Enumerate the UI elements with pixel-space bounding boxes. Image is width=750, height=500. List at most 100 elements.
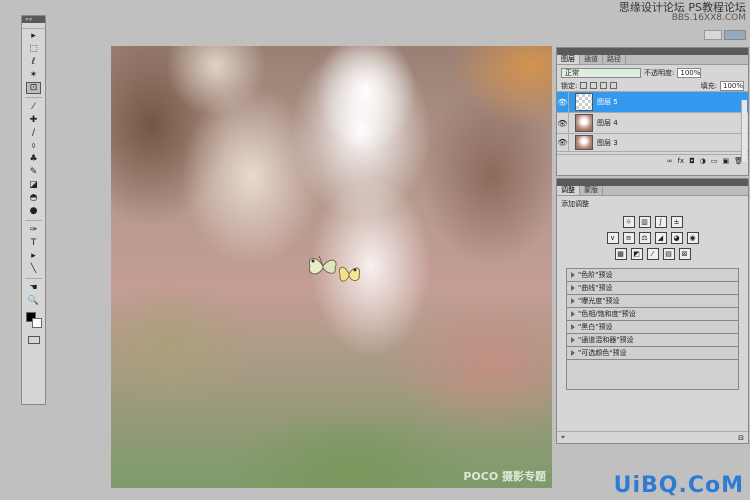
lock-transparent-icon[interactable]: [580, 82, 588, 89]
photo-filter-icon[interactable]: ◕: [670, 232, 683, 244]
fill-label: 填充:: [700, 81, 717, 90]
tab-paths[interactable]: 路径: [603, 55, 626, 64]
clip-icon[interactable]: ⌖: [561, 433, 565, 442]
expand-triangle-icon[interactable]: [571, 337, 575, 343]
type-tool-icon[interactable]: T: [26, 237, 41, 249]
tab-adjustments[interactable]: 调整: [557, 186, 580, 195]
threshold-icon[interactable]: ⁄: [646, 248, 659, 260]
channel-mixer-icon[interactable]: ◉: [686, 232, 699, 244]
black-white-icon[interactable]: ◢: [654, 232, 667, 244]
background-color[interactable]: [31, 318, 42, 328]
opacity-input[interactable]: 100%: [677, 67, 702, 78]
layer-thumbnail: [575, 135, 593, 150]
workspace-button[interactable]: [704, 30, 722, 40]
layer-style-icon[interactable]: fx: [678, 157, 685, 165]
visibility-eye-icon[interactable]: 👁: [557, 133, 569, 152]
preset-item[interactable]: "色相/饱和度"预设: [567, 308, 738, 321]
crop-tool-icon[interactable]: ⊡: [26, 82, 41, 94]
layers-panel: 图层 通道 路径 正常 不透明度: 100% 锁定: 填充: 100% 👁 图层…: [556, 47, 749, 176]
adjust-panel-header[interactable]: [557, 179, 748, 186]
brush-tool-icon[interactable]: ∕: [26, 127, 41, 139]
expand-triangle-icon[interactable]: [571, 298, 575, 304]
zoom-tool-icon[interactable]: 🔍: [26, 295, 41, 307]
curves-icon[interactable]: ∫: [654, 216, 667, 228]
layer-row[interactable]: 👁 图层 4: [557, 112, 748, 134]
new-group-icon[interactable]: ▭: [711, 157, 718, 165]
expand-triangle-icon[interactable]: [571, 272, 575, 278]
hue-saturation-icon[interactable]: ≡: [622, 232, 635, 244]
panel-menu-icon[interactable]: ⊟: [738, 434, 744, 442]
exposure-icon[interactable]: ±: [670, 216, 683, 228]
tab-masks[interactable]: 蒙版: [580, 186, 603, 195]
layers-scrollbar[interactable]: [741, 100, 747, 162]
preset-item[interactable]: "通道混和器"预设: [567, 334, 738, 347]
visibility-eye-icon[interactable]: 👁: [557, 112, 569, 134]
path-select-tool-icon[interactable]: ▸: [26, 250, 41, 262]
lasso-tool-icon[interactable]: ℓ: [26, 56, 41, 68]
add-mask-icon[interactable]: ◘: [689, 157, 695, 165]
tab-channels[interactable]: 通道: [580, 55, 603, 64]
color-swatches[interactable]: [24, 310, 44, 330]
preset-label: "曝光度"预设: [578, 297, 620, 305]
posterize-icon[interactable]: ◩: [630, 248, 643, 260]
butterfly-right-image: [338, 266, 361, 282]
document-canvas[interactable]: POCO 摄影专题: [111, 46, 552, 488]
layer-row[interactable]: 👁 图层 5: [557, 91, 748, 113]
stamp-tool-icon[interactable]: ⬨: [26, 140, 41, 152]
quick-mask-button[interactable]: [27, 336, 40, 344]
tools-grip[interactable]: [22, 23, 45, 29]
vibrance-icon[interactable]: ∨: [606, 232, 619, 244]
eyedropper-tool-icon[interactable]: ⁄: [26, 101, 41, 113]
hand-tool-icon[interactable]: ☚: [26, 282, 41, 294]
magic-wand-tool-icon[interactable]: ✶: [26, 69, 41, 81]
marquee-tool-icon[interactable]: ⬚: [26, 43, 41, 55]
invert-icon[interactable]: ▦: [614, 248, 627, 260]
brightness-icon[interactable]: ☼: [622, 216, 635, 228]
lock-all-icon[interactable]: [610, 82, 618, 89]
adjust-icons-row2: ∨ ≡ ⚖ ◢ ◕ ◉: [557, 232, 748, 244]
gradient-map-icon[interactable]: ▤: [662, 248, 675, 260]
layers-panel-header[interactable]: [557, 48, 748, 55]
preset-item[interactable]: "色阶"预设: [567, 269, 738, 282]
preset-item[interactable]: "曲线"预设: [567, 282, 738, 295]
screen-mode-button[interactable]: [724, 30, 746, 40]
new-layer-icon[interactable]: ▣: [722, 157, 729, 165]
link-layers-icon[interactable]: ∞: [667, 157, 673, 165]
layer-row[interactable]: 👁 图层 3: [557, 133, 748, 152]
adjust-icons-row1: ☼ ▥ ∫ ±: [557, 216, 748, 228]
pen-tool-icon[interactable]: ✑: [26, 224, 41, 236]
blend-mode-select[interactable]: 正常: [561, 67, 641, 78]
healing-tool-icon[interactable]: ✚: [26, 114, 41, 126]
move-tool-icon[interactable]: ▸: [26, 30, 41, 42]
lock-pixels-icon[interactable]: [590, 82, 598, 89]
site-watermark: UiBQ.CoM: [613, 473, 744, 498]
preset-item[interactable]: "可选颜色"预设: [567, 347, 738, 360]
color-balance-icon[interactable]: ⚖: [638, 232, 651, 244]
selective-color-icon[interactable]: ⊠: [678, 248, 691, 260]
levels-icon[interactable]: ▥: [638, 216, 651, 228]
preset-item[interactable]: "黑白"预设: [567, 321, 738, 334]
watermark-top: 思缘设计论坛 PS教程论坛 BBS.16XX8.COM: [619, 2, 746, 24]
adjustment-layer-icon[interactable]: ◑: [700, 157, 706, 165]
fill-input[interactable]: 100%: [720, 80, 744, 91]
layer-name: 图层 5: [597, 98, 618, 106]
expand-triangle-icon[interactable]: [571, 350, 575, 356]
gradient-tool-icon[interactable]: ◪: [26, 179, 41, 191]
expand-triangle-icon[interactable]: [571, 324, 575, 330]
adjust-footer: ⌖ ⊟: [557, 431, 748, 443]
tools-palette: «« ▸ ⬚ ℓ ✶ ⊡ ⁄ ✚ ∕ ⬨ ♣ ✎ ◪ ◓ ● ✑ T ▸ ╲ ☚ 🔍: [21, 15, 46, 405]
dodge-tool-icon[interactable]: ●: [26, 205, 41, 217]
preset-label: "色相/饱和度"预设: [578, 310, 636, 318]
preset-item[interactable]: "曝光度"预设: [567, 295, 738, 308]
blur-tool-icon[interactable]: ◓: [26, 192, 41, 204]
expand-triangle-icon[interactable]: [571, 311, 575, 317]
expand-triangle-icon[interactable]: [571, 285, 575, 291]
shape-tool-icon[interactable]: ╲: [26, 263, 41, 275]
preset-label: "通道混和器"预设: [578, 336, 634, 344]
visibility-eye-icon[interactable]: 👁: [557, 91, 569, 113]
lock-position-icon[interactable]: [600, 82, 608, 89]
eraser-tool-icon[interactable]: ✎: [26, 166, 41, 178]
history-brush-tool-icon[interactable]: ♣: [26, 153, 41, 165]
tools-collapse-bar[interactable]: ««: [22, 16, 45, 23]
tab-layers[interactable]: 图层: [557, 55, 580, 64]
